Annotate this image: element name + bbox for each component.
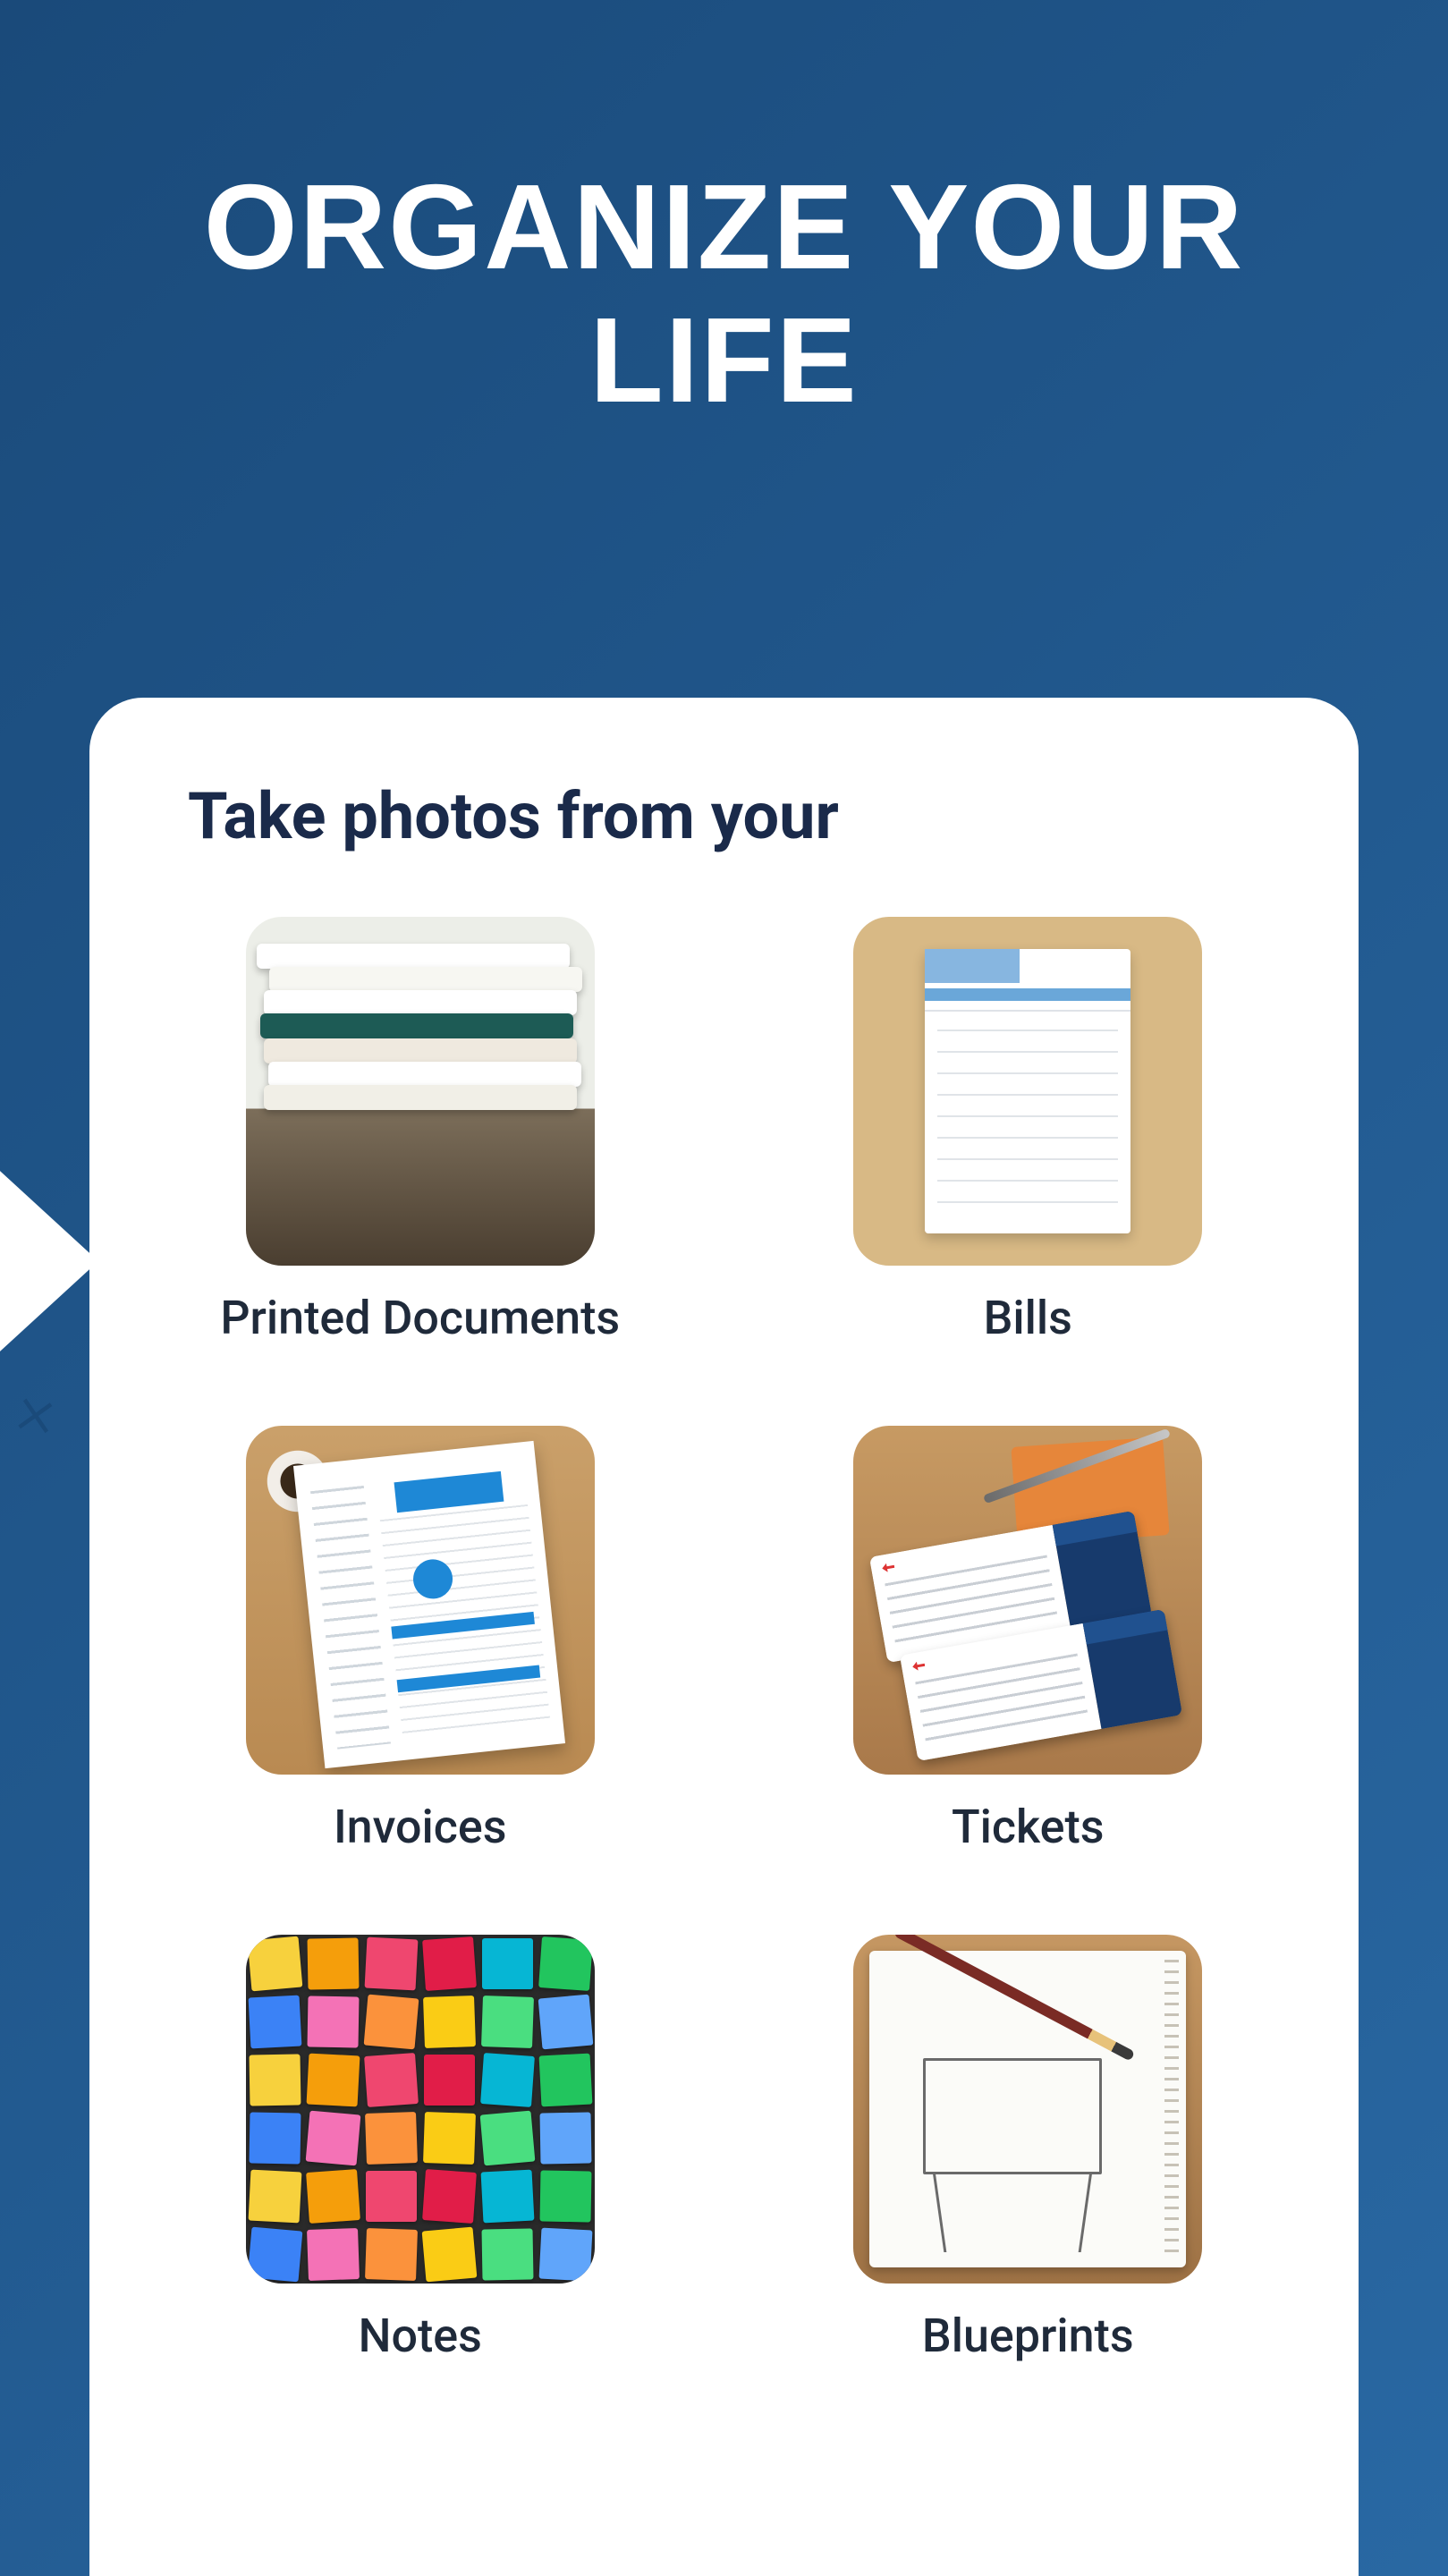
card-pointer-decoration <box>0 1163 98 1360</box>
category-label: Notes <box>359 2309 482 2363</box>
subtitle: Take photos from your <box>188 778 1260 854</box>
stacked-papers-icon <box>246 917 595 1266</box>
category-label: Blueprints <box>922 2309 1134 2363</box>
category-label: Bills <box>984 1291 1072 1345</box>
content-card: Take photos from your Printed Documents … <box>89 698 1359 2576</box>
category-label: Printed Documents <box>220 1291 620 1345</box>
sketchbook-icon <box>853 1935 1202 2284</box>
category-invoices[interactable]: Invoices <box>188 1426 653 1854</box>
bill-sheet-icon <box>853 917 1202 1266</box>
category-tickets[interactable]: Tickets <box>796 1426 1261 1854</box>
close-x-icon: × <box>11 1366 63 1455</box>
boarding-pass-icon <box>853 1426 1202 1775</box>
sticky-notes-icon <box>246 1935 595 2284</box>
category-grid: Printed Documents Bills <box>188 917 1260 2363</box>
headline: ORGANIZE YOUR LIFE <box>0 0 1448 427</box>
category-notes[interactable]: Notes <box>188 1935 653 2363</box>
category-blueprints[interactable]: Blueprints <box>796 1935 1261 2363</box>
invoice-page-icon <box>246 1426 595 1775</box>
category-printed-documents[interactable]: Printed Documents <box>188 917 653 1345</box>
category-bills[interactable]: Bills <box>796 917 1261 1345</box>
category-label: Tickets <box>952 1800 1105 1854</box>
category-label: Invoices <box>334 1800 507 1854</box>
